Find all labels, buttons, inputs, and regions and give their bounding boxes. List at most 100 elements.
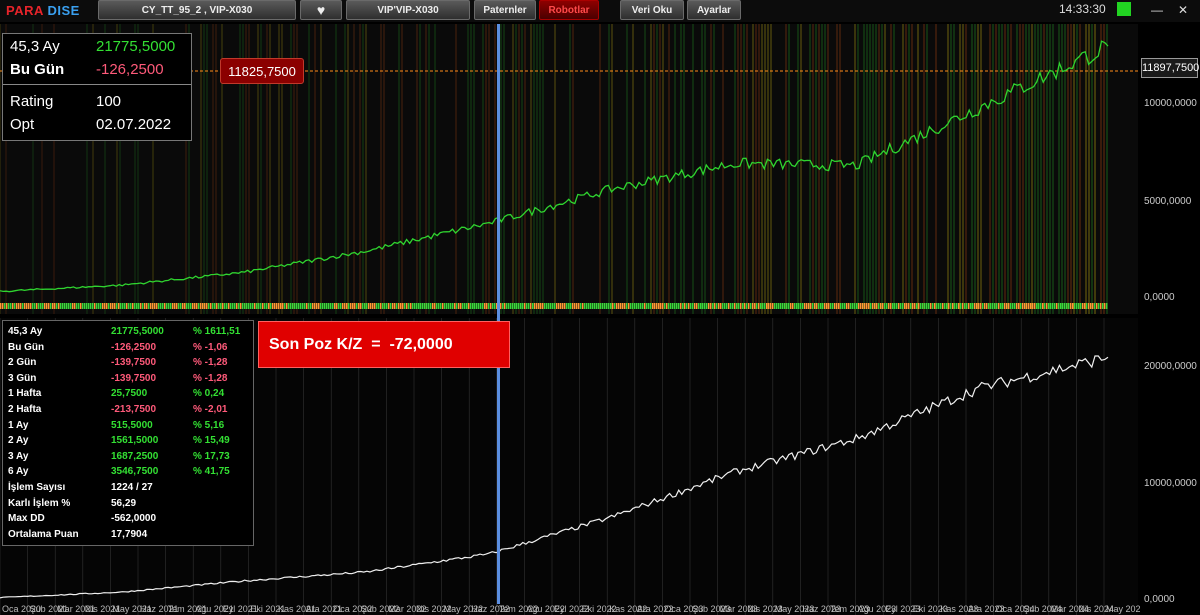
signal-mark [1076,303,1078,309]
signal-mark [724,303,726,309]
signal-mark [1036,303,1038,309]
signal-mark [80,303,82,309]
stats-value: -139,7500 [111,372,157,384]
crosshair-cursor-line[interactable] [497,24,500,604]
signal-mark [656,303,658,309]
signal-mark [1052,303,1054,309]
signal-mark [148,303,150,309]
signal-mark [938,303,940,309]
signal-mark [8,303,10,309]
signal-mark [1062,303,1064,309]
lower-axis-tick: 20000,0000 [1144,361,1197,372]
signal-mark [786,303,788,309]
symbol2-button[interactable]: VIP'VIP-X030 [346,0,470,20]
signal-mark [140,303,142,309]
signal-mark [320,303,322,309]
signal-mark [82,303,84,309]
signal-mark [930,303,932,309]
signal-mark [534,303,536,309]
signal-mark [490,303,492,309]
signal-mark [556,303,558,309]
rating-value: 100 [96,93,122,110]
signal-mark [100,303,102,309]
close-button[interactable]: ✕ [1172,0,1194,20]
signal-mark [382,303,384,309]
signal-mark [502,303,504,309]
signal-mark [152,303,154,309]
signal-mark [864,303,866,309]
stats-percent: % 41,75 [193,466,230,478]
robots-button[interactable]: Robotlar [539,0,599,20]
signal-mark [172,303,174,309]
toolbar: PARA DISE CY_TT_95_2 , VIP-X030 ♥ VIP'VI… [0,0,1200,22]
signal-mark [774,303,776,309]
signal-mark [622,303,624,309]
stats-value: 21775,5000 [111,326,164,337]
signal-mark [144,303,146,309]
signal-mark [972,303,974,309]
signal-mark [896,303,898,309]
signal-mark [436,303,438,309]
signal-mark [340,303,342,309]
signal-mark [464,303,466,309]
signal-mark [142,303,144,309]
patterns-button[interactable]: Paternler [474,0,536,20]
heart-icon[interactable]: ♥ [300,0,342,20]
signal-mark [300,303,302,309]
stats-percent: % -1,28 [193,357,228,369]
signal-mark [1028,303,1030,309]
signal-mark [440,303,442,309]
opt-date: 02.07.2022 [96,116,172,133]
read-data-button[interactable]: Veri Oku [620,0,684,20]
signal-mark [408,303,410,309]
signal-mark [610,303,612,309]
signal-mark [884,303,886,309]
signal-mark [392,303,394,309]
signal-mark [682,303,684,309]
signal-mark [538,303,540,309]
signal-mark [122,303,124,309]
signal-mark [272,303,274,309]
signal-mark [348,303,350,309]
signal-mark [128,303,130,309]
signal-mark [280,303,282,309]
signal-mark [292,303,294,309]
signal-mark [2,303,4,309]
stats-label: 45,3 Ay [8,326,43,337]
signal-mark [452,303,454,309]
signal-mark [188,303,190,309]
signal-mark [810,303,812,309]
signal-mark [808,303,810,309]
signal-mark [770,303,772,309]
settings-button[interactable]: Ayarlar [687,0,741,20]
signal-mark [778,303,780,309]
minimize-button[interactable]: — [1146,0,1168,20]
signal-mark [990,303,992,309]
today-value: -126,2500 [96,61,164,78]
signal-mark [680,303,682,309]
signal-mark [1008,303,1010,309]
signal-mark [212,303,214,309]
signal-mark [322,303,324,309]
signal-mark [482,303,484,309]
signal-mark [202,303,204,309]
signal-mark [44,303,46,309]
signal-mark [1070,303,1072,309]
upper-axis-tick: 5000,0000 [1144,196,1192,207]
signal-mark [558,303,560,309]
signal-mark [670,303,672,309]
signal-mark [738,303,740,309]
signal-mark [244,303,246,309]
stats-label: Ortalama Puan [8,528,79,540]
signal-mark [708,303,710,309]
signal-mark [966,303,968,309]
signal-mark [350,303,352,309]
signal-mark [590,303,592,309]
signal-mark [1032,303,1034,309]
signal-mark [620,303,622,309]
symbol-selector-button[interactable]: CY_TT_95_2 , VIP-X030 [98,0,296,20]
signal-mark [524,303,526,309]
signal-mark [762,303,764,309]
signal-mark [626,303,628,309]
signal-mark [792,303,794,309]
